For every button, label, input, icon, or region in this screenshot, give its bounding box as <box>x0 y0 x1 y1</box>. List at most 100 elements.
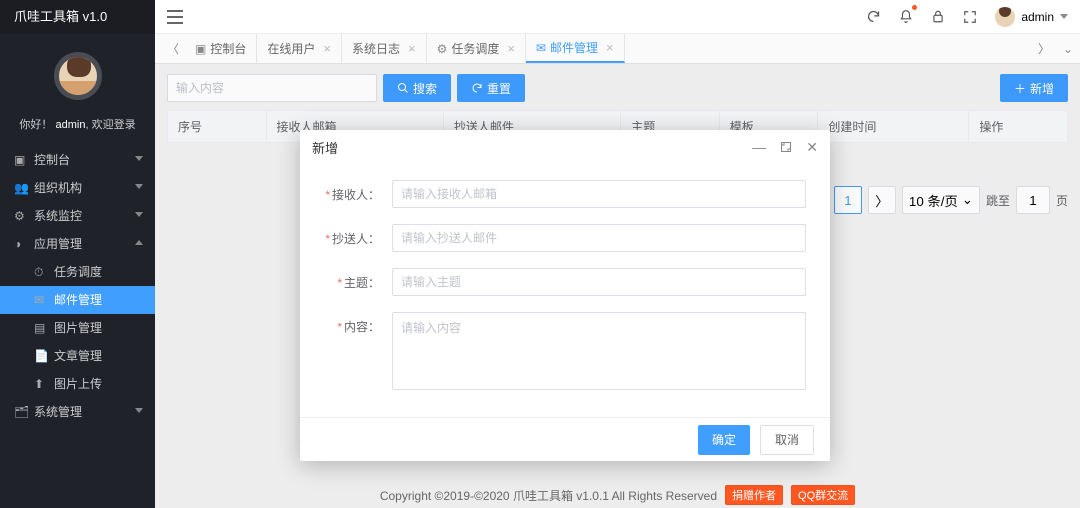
field-input-0[interactable] <box>392 180 806 208</box>
form-row-0: *接收人： <box>324 180 806 208</box>
menu-label: 图片上传 <box>54 377 102 391</box>
greet-tail: , 欢迎登录 <box>85 119 135 131</box>
tab-icon: ⚙ <box>437 42 448 56</box>
tabs-prev[interactable]: 〈 <box>161 34 185 63</box>
ok-button[interactable]: 确定 <box>698 425 750 455</box>
sidebar-item-9[interactable]: 🗂 系统管理 <box>0 398 155 426</box>
tab-icon: ▣ <box>195 42 206 56</box>
modal-body: *接收人： *抄送人： *主题： *内容： <box>300 164 830 417</box>
menu-label: 控制台 <box>34 153 70 167</box>
greet-prefix: 你好！ <box>19 119 52 131</box>
tab-label: 任务调度 <box>451 40 499 57</box>
field-input-2[interactable] <box>392 268 806 296</box>
modal-header: 新增 — ✕ <box>300 130 830 164</box>
tab-close-icon[interactable]: × <box>606 40 614 55</box>
lock-icon[interactable] <box>931 9 945 24</box>
tab-icon: ✉ <box>536 41 546 55</box>
sidebar-menu: ▣ 控制台 👥 组织机构 ⚙ 系统监控 ◑ 应用管理 ⏱ 任务调度 ✉ 邮件管理 ▤ 图片管理 📄 文章管理 ⬆… <box>0 146 155 426</box>
form-row-1: *抄送人： <box>324 224 806 252</box>
menu-icon: ▤ <box>34 314 48 342</box>
footer: Copyright ©2019-©2020 爪哇工具箱 v1.0.1 All R… <box>155 482 1080 508</box>
footer-tag-donate[interactable]: 捐赠作者 <box>725 485 783 505</box>
copyright: Copyright ©2019-©2020 爪哇工具箱 v1.0.1 All R… <box>380 487 717 504</box>
menu-label: 系统监控 <box>34 209 82 223</box>
tab-close-icon[interactable]: × <box>507 41 515 56</box>
tab-close-icon[interactable]: × <box>323 41 331 56</box>
sidebar-item-4[interactable]: ⏱ 任务调度 <box>0 258 155 286</box>
tab-0[interactable]: ▣控制台 <box>185 34 257 63</box>
caret-down-icon <box>1060 14 1068 19</box>
expand-arrow-icon <box>135 212 143 217</box>
header-user[interactable]: admin <box>995 7 1068 27</box>
menu-icon: ⏱ <box>34 258 48 286</box>
menu-label: 应用管理 <box>34 237 82 251</box>
field-input-3[interactable] <box>392 312 806 390</box>
menu-label: 系统管理 <box>34 405 82 419</box>
header-avatar <box>995 7 1015 27</box>
tabs-next[interactable]: 〉 <box>1032 34 1056 63</box>
sidebar-item-0[interactable]: ▣ 控制台 <box>0 146 155 174</box>
sidebar-item-1[interactable]: 👥 组织机构 <box>0 174 155 202</box>
tab-bar: 〈 ▣控制台在线用户 × 系统日志 × ⚙任务调度 × ✉ 邮件管理 × 〉 ⌄ <box>155 34 1080 64</box>
sidebar-item-5[interactable]: ✉ 邮件管理 <box>0 286 155 314</box>
bell-icon[interactable] <box>899 9 913 24</box>
refresh-icon[interactable] <box>866 9 881 24</box>
tab-label: 系统日志 <box>352 40 400 57</box>
footer-tag-qq[interactable]: QQ群交流 <box>791 485 855 505</box>
menu-icon: ◑ <box>14 230 28 258</box>
menu-icon: 👥 <box>14 174 28 202</box>
modal-footer: 确定 取消 <box>300 417 830 461</box>
menu-label: 图片管理 <box>54 321 102 335</box>
menu-label: 组织机构 <box>34 181 82 195</box>
tabs-menu[interactable]: ⌄ <box>1056 34 1080 63</box>
expand-arrow-icon <box>135 184 143 189</box>
menu-icon: ⚙ <box>14 202 28 230</box>
header: admin <box>155 0 1080 34</box>
menu-icon: 🗂 <box>14 398 28 426</box>
sidebar-item-3[interactable]: ◑ 应用管理 <box>0 230 155 258</box>
modal-title: 新增 <box>312 138 738 157</box>
menu-icon: 📄 <box>34 342 48 370</box>
form-row-3: *内容： <box>324 312 806 393</box>
header-username: admin <box>1021 10 1054 24</box>
expand-arrow-icon <box>135 408 143 413</box>
tab-label: 邮件管理 <box>550 39 598 56</box>
tab-2[interactable]: 系统日志 × <box>342 34 427 63</box>
add-modal: 新增 — ✕ *接收人： *抄送人： *主题： *内容： 确定 取消 <box>300 130 830 461</box>
notification-badge <box>912 5 917 10</box>
avatar[interactable] <box>54 52 102 100</box>
form-row-2: *主题： <box>324 268 806 296</box>
field-input-1[interactable] <box>392 224 806 252</box>
expand-arrow-icon <box>135 156 143 161</box>
tab-4[interactable]: ✉ 邮件管理 × <box>526 34 625 63</box>
menu-label: 任务调度 <box>54 265 102 279</box>
sidebar-item-2[interactable]: ⚙ 系统监控 <box>0 202 155 230</box>
field-label: *接收人： <box>324 180 380 203</box>
field-label: *抄送人： <box>324 224 380 247</box>
field-label: *内容： <box>324 312 380 335</box>
menu-icon: ⬆ <box>34 370 48 398</box>
menu-icon: ✉ <box>34 286 48 314</box>
sidebar-item-8[interactable]: ⬆ 图片上传 <box>0 370 155 398</box>
close-icon[interactable]: ✕ <box>806 139 818 156</box>
minimize-icon[interactable]: — <box>752 139 766 155</box>
cancel-button[interactable]: 取消 <box>760 425 814 455</box>
app-title: 爪哇工具箱 v1.0 <box>0 0 155 34</box>
menu-label: 邮件管理 <box>54 293 102 307</box>
collapse-icon[interactable] <box>167 10 183 24</box>
expand-arrow-icon <box>135 240 143 245</box>
greet-user[interactable]: admin <box>55 119 85 131</box>
menu-icon: ▣ <box>14 146 28 174</box>
fullscreen-icon[interactable] <box>963 10 977 24</box>
tab-label: 在线用户 <box>267 40 315 57</box>
maximize-icon[interactable] <box>780 141 792 153</box>
sidebar-item-7[interactable]: 📄 文章管理 <box>0 342 155 370</box>
tab-1[interactable]: 在线用户 × <box>257 34 342 63</box>
tab-close-icon[interactable]: × <box>408 41 416 56</box>
tab-3[interactable]: ⚙任务调度 × <box>427 34 526 63</box>
sidebar-avatar-wrap <box>0 34 155 106</box>
menu-label: 文章管理 <box>54 349 102 363</box>
sidebar-item-6[interactable]: ▤ 图片管理 <box>0 314 155 342</box>
greeting: 你好！ admin, 欢迎登录 <box>0 116 155 132</box>
sidebar: 爪哇工具箱 v1.0 你好！ admin, 欢迎登录 ▣ 控制台 👥 组织机构 ⚙ 系统监… <box>0 0 155 508</box>
